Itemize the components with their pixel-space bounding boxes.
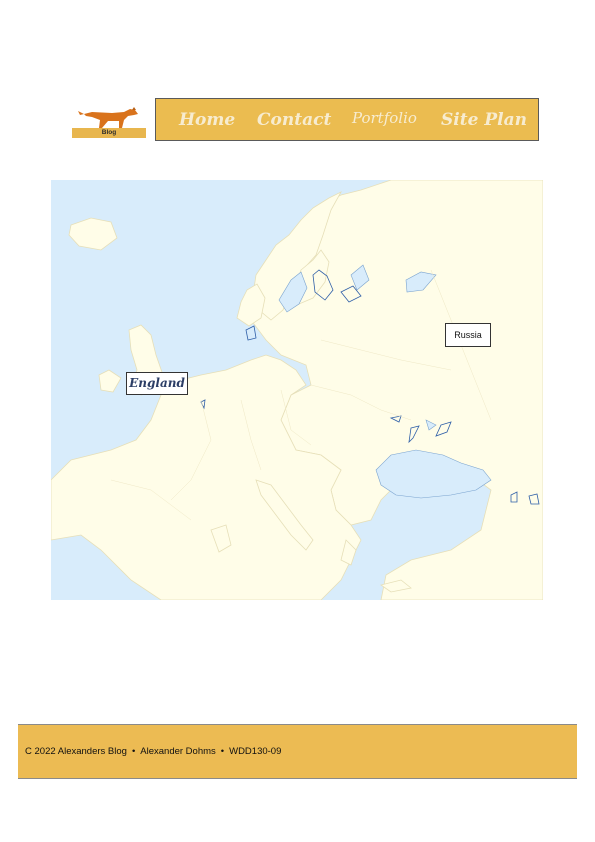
- europe-map: [51, 180, 543, 600]
- footer-author: Alexander Dohms: [140, 746, 216, 757]
- footer-separator: •: [220, 746, 225, 757]
- russia-label: Russia: [445, 323, 491, 347]
- footer-course: WDD130-09: [229, 746, 282, 757]
- england-label: England: [126, 372, 188, 395]
- footer: C 2022 Alexanders Blog • Alexander Dohms • W…: [18, 724, 577, 779]
- nav-site-plan-link[interactable]: Site Plan: [441, 99, 527, 142]
- dog-icon: [78, 107, 138, 128]
- nav-contact-link[interactable]: Contact: [257, 99, 331, 142]
- footer-text: C 2022 Alexanders Blog • Alexander Dohms • W…: [25, 725, 281, 778]
- footer-copyright: C 2022 Alexanders Blog: [25, 746, 127, 757]
- logo[interactable]: Blog: [72, 106, 146, 140]
- main-nav: Home Contact Portfolio Site Plan: [155, 98, 539, 141]
- nav-home-link[interactable]: Home: [179, 99, 235, 142]
- logo-text: Blog: [101, 129, 117, 136]
- footer-separator: •: [131, 746, 136, 757]
- nav-portfolio-link[interactable]: Portfolio: [352, 97, 417, 140]
